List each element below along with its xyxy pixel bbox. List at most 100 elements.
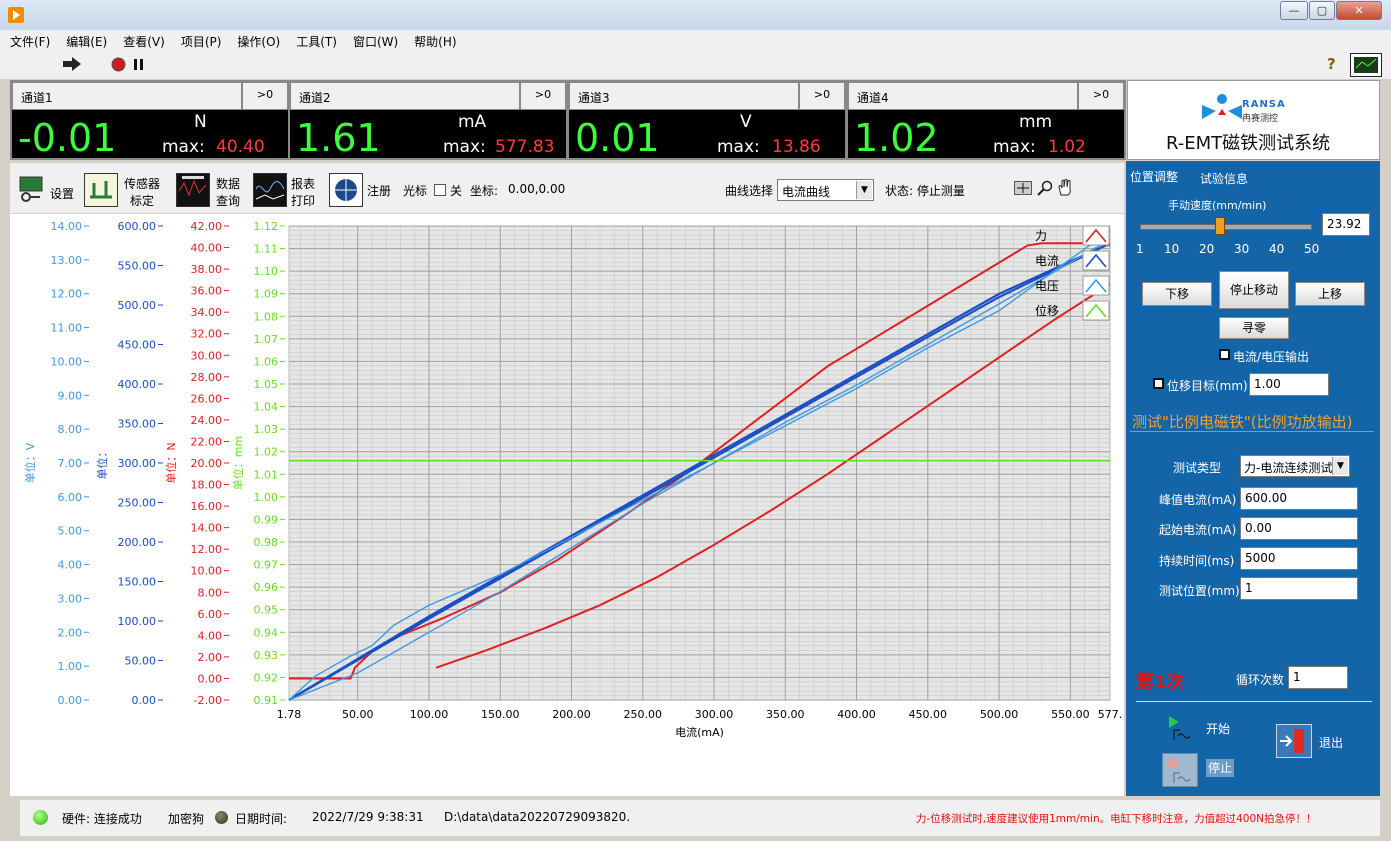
y-tick-label: 0.97 [254,559,279,572]
menu-file[interactable]: 文件(F) [0,30,56,50]
y-tick-label: 38.00 [191,263,223,276]
y-tick-label: 50.00 [125,655,157,668]
force-current-chart[interactable]: 1.78 50.00 100.00 150.00 200.00 250.00 300.00 3… [10,214,1124,796]
stop-move-button[interactable]: 停止移动 [1219,271,1289,309]
divider [1136,701,1372,702]
speed-slider-track[interactable] [1140,224,1312,230]
data-query-label-1[interactable]: 数据 [216,175,240,192]
x-tick-label: 50.00 [342,708,374,721]
menu-operate[interactable]: 操作(O) [227,30,286,50]
y-tick-label: 550.00 [118,260,157,273]
channel-4-value: 1.02 [854,116,939,160]
zero-find-button[interactable]: 寻零 [1219,317,1289,339]
register-label[interactable]: 注册 [367,182,391,199]
menu-tools[interactable]: 工具(T) [286,30,343,50]
cv-output-checkbox[interactable] [1219,349,1230,360]
sensor-calibration-icon[interactable] [84,173,118,207]
channel-2-zero-button[interactable]: >0 [520,82,566,110]
chart-toolbar: 设置 传感器 标定 数据 查询 报表 打印 注册 光标 关 坐标: 0.00,0… [10,163,1124,213]
minimize-button[interactable]: — [1280,1,1308,20]
y-tick-label: 0.98 [254,536,279,549]
y-tick-label: 0.91 [254,694,279,707]
report-label-1[interactable]: 报表 [291,175,315,192]
channel-3-name: 通道3 [569,82,799,110]
crosshair-icon[interactable] [1014,181,1032,195]
channel-2-name: 通道2 [290,82,520,110]
menu-edit[interactable]: 编辑(E) [56,30,113,50]
exit-label[interactable]: 退出 [1319,734,1343,751]
chevron-down-icon[interactable]: ▼ [856,181,872,199]
menu-help[interactable]: 帮助(H) [404,30,462,50]
y-tick-label: 0.94 [254,626,279,639]
start-label[interactable]: 开始 [1206,720,1230,737]
tab-test-info[interactable]: 试验信息 [1200,170,1248,187]
legend-label: 位移 [1035,303,1059,318]
channel-4-zero-button[interactable]: >0 [1078,82,1124,110]
y-tick-label: 500.00 [118,299,157,312]
y-tick-label: 4.00 [58,559,83,572]
channel-3-zero-button[interactable]: >0 [799,82,845,110]
maximize-button[interactable]: ▢ [1309,1,1335,20]
target-field[interactable]: 1.00 [1249,373,1329,396]
speed-slider-thumb[interactable] [1215,217,1226,235]
move-up-button[interactable]: 上移 [1295,282,1365,306]
data-query-icon[interactable] [176,173,210,207]
settings-label[interactable]: 设置 [50,185,74,202]
run-arrow-icon[interactable] [63,57,81,71]
y-tick-label: 6.00 [58,491,83,504]
zoom-icon[interactable] [1037,180,1053,196]
target-checkbox[interactable] [1153,378,1164,389]
chevron-down-icon[interactable]: ▼ [1332,457,1348,475]
exit-icon[interactable] [1276,724,1312,758]
dongle-label: 加密狗 [168,812,205,826]
chart-area: 1.78 50.00 100.00 150.00 200.00 250.00 300.00 3… [10,214,1124,796]
help-icon[interactable]: ? [1327,55,1336,73]
cursor-label: 光标 [403,184,428,198]
channel-3-max-value: 13.86 [772,137,821,157]
sensor-label-1[interactable]: 传感器 [124,175,160,192]
y-tick-label: 1.09 [254,288,279,301]
sensor-label-2[interactable]: 标定 [130,192,154,209]
start-current-field[interactable]: 0.00 [1240,517,1358,540]
pan-hand-icon[interactable] [1057,179,1073,196]
pause-icon[interactable] [134,59,144,70]
tab-position[interactable]: 位置调整 [1130,168,1178,185]
start-icon[interactable] [1166,714,1196,742]
curve-select-dropdown[interactable]: 电流曲线 ▼ [777,179,874,201]
peak-current-field[interactable]: 600.00 [1240,487,1358,510]
channel-3-max-label: max: [717,137,760,157]
speed-value-field[interactable]: 23.92 [1322,213,1370,236]
menu-project[interactable]: 项目(P) [171,30,228,50]
channel-2-max-label: max: [443,137,486,157]
close-button[interactable]: ✕ [1336,1,1382,20]
report-print-icon[interactable] [253,173,287,207]
y-tick-label: 42.00 [191,220,223,233]
stop-button[interactable] [1162,753,1198,787]
stop-label[interactable]: 停止 [1206,759,1234,777]
run-count: 第1次 [1136,672,1185,693]
duration-field[interactable]: 5000 [1240,547,1358,570]
cycles-label: 循环次数 [1236,673,1285,687]
abort-icon[interactable] [111,57,126,72]
test-type-dropdown[interactable]: 力-电流连续测试 ▼ [1240,455,1350,477]
register-icon[interactable] [329,173,363,207]
test-position-field[interactable]: 1 [1240,577,1358,600]
y-tick-label: 34.00 [191,306,223,319]
menu-window[interactable]: 窗口(W) [343,30,404,50]
menu-view[interactable]: 查看(V) [113,30,171,50]
move-down-button[interactable]: 下移 [1142,282,1212,306]
channel-2-panel: 通道2 >0 1.61 mA max: 577.83 [288,80,568,160]
ransa-logo-icon [1202,94,1242,119]
channel-1-zero-button[interactable]: >0 [242,82,288,110]
y-tick-label: 1.04 [254,401,279,414]
run-toolbar: ? [0,51,1391,79]
report-label-2[interactable]: 打印 [291,192,315,209]
data-query-label-2[interactable]: 查询 [216,192,240,209]
datetime-label: 日期时间: [235,812,288,826]
settings-icon[interactable] [18,175,44,203]
y-axis-title: 单位： [95,447,109,480]
cycles-field[interactable]: 1 [1288,666,1348,689]
cursor-checkbox[interactable] [434,184,446,196]
y-tick-label: 26.00 [191,392,223,405]
y-tick-label: 8.00 [58,423,83,436]
